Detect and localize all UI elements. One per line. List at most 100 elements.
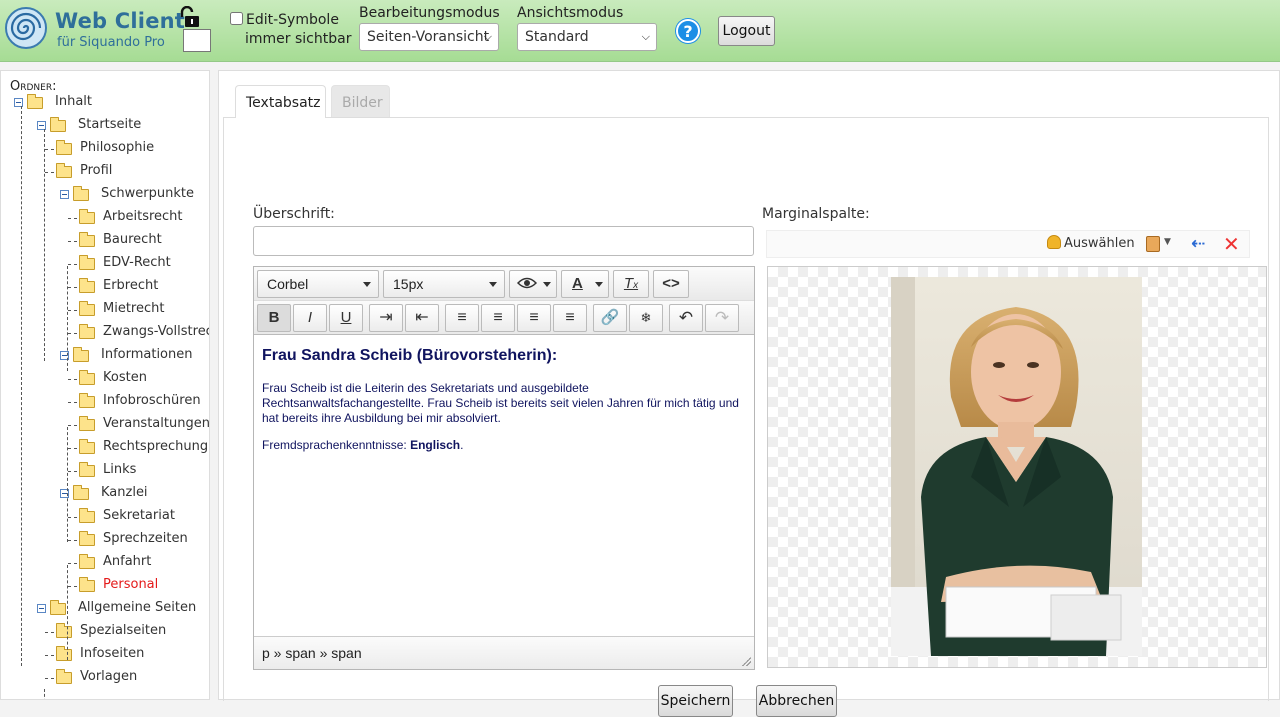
text-color-icon: A (572, 275, 583, 292)
unlink-icon[interactable]: ❄ (629, 304, 663, 332)
source-code-icon[interactable]: <> (653, 270, 689, 298)
languages-suffix: . (460, 438, 464, 452)
tree-item[interactable]: Arbeitsrecht (1, 209, 209, 227)
underline-icon[interactable]: U (329, 304, 363, 332)
element-path: p » span » span (262, 645, 362, 661)
margin-image-pane[interactable] (767, 266, 1267, 668)
tree-item[interactable]: Sekretariat (1, 508, 209, 526)
text-color-dropdown[interactable]: A (561, 270, 609, 298)
italic-icon[interactable]: I (293, 304, 327, 332)
tree-item-label: Inhalt (55, 94, 92, 109)
clear-format-icon[interactable]: Tx (613, 270, 649, 298)
font-size-value: 15px (393, 276, 424, 292)
bold-icon[interactable]: B (257, 304, 291, 332)
tab-bilder[interactable]: Bilder (331, 85, 390, 117)
arrow-left-icon[interactable]: ⇠ (1191, 234, 1205, 254)
tree-connector (68, 448, 77, 449)
save-button[interactable]: Speichern (658, 685, 733, 717)
outdent-icon[interactable]: ⇤ (405, 304, 439, 332)
collapse-icon[interactable] (37, 604, 46, 613)
rich-text-editor: Corbel 15px A Tx <> B I U ⇥ ⇤ ≡ ≡ ≡ ≡ 🔗 … (253, 266, 755, 670)
edit-symbols-option[interactable]: Edit-Symbole immer sichtbar (228, 12, 351, 47)
edit-symbols-checkbox[interactable] (230, 12, 243, 25)
editor-content[interactable]: Frau Sandra Scheib (Bürovorsteherin): Fr… (254, 335, 754, 635)
undo-icon[interactable]: ↶ (669, 304, 703, 332)
tree-item[interactable]: Personal (1, 577, 209, 595)
tree-item-label: Arbeitsrecht (103, 209, 183, 224)
align-left-icon[interactable]: ≡ (445, 304, 479, 332)
help-icon[interactable]: ? (676, 19, 700, 43)
tree-connector (68, 540, 77, 541)
tree-connector (45, 149, 54, 150)
folder-icon (79, 439, 95, 454)
folder-icon (79, 531, 95, 546)
tree-item-label: Infoseiten (80, 646, 145, 661)
tab-textabsatz[interactable]: Textabsatz (235, 85, 326, 118)
link-icon[interactable]: 🔗 (593, 304, 627, 332)
tree-item[interactable]: Erbrecht (1, 278, 209, 296)
indent-icon[interactable]: ⇥ (369, 304, 403, 332)
cancel-button[interactable]: Abbrechen (756, 685, 837, 717)
lock-toggle[interactable] (178, 6, 212, 54)
edit-symbols-label-line2: immer sichtbar (245, 31, 352, 47)
font-family-select[interactable]: Corbel (257, 270, 379, 298)
align-right-icon[interactable]: ≡ (517, 304, 551, 332)
tree-item[interactable]: Rechtsprechung (1, 439, 209, 457)
folder-icon (79, 393, 95, 408)
tree-item[interactable]: Kanzlei (1, 485, 209, 503)
folder-icon (79, 577, 95, 592)
tree-item-label: Allgemeine Seiten (78, 600, 197, 615)
folder-icon (79, 462, 95, 477)
tree-item[interactable]: Zwangs-Vollstreckung (1, 324, 209, 342)
tree-item[interactable]: Schwerpunkte (1, 186, 209, 204)
tree-item[interactable]: Baurecht (1, 232, 209, 250)
tree-item[interactable]: Spezialseiten (1, 623, 209, 641)
resize-grip-icon[interactable] (742, 657, 751, 666)
tree-item[interactable]: Allgemeine Seiten (1, 600, 209, 618)
tree-item[interactable]: Profil (1, 163, 209, 181)
tree-item[interactable]: Links (1, 462, 209, 480)
folder-icon (56, 140, 72, 155)
tree-item[interactable]: Informationen (1, 347, 209, 365)
tree-item[interactable]: Mietrecht (1, 301, 209, 319)
tree-item[interactable]: Anfahrt (1, 554, 209, 572)
tree-item[interactable]: Vorlagen (1, 669, 209, 687)
tree-connector (68, 471, 77, 472)
languages-prefix: Fremdsprachenkenntnisse: (262, 438, 411, 452)
tree-item[interactable]: Veranstaltungen (1, 416, 210, 434)
paste-icon[interactable] (1146, 236, 1160, 252)
preview-dropdown[interactable] (509, 270, 557, 298)
caret-down-icon[interactable]: ▼ (1164, 237, 1171, 247)
tree-item[interactable]: Sprechzeiten (1, 531, 209, 549)
mode-select[interactable]: Seiten-Voransicht ⌵ (359, 23, 499, 51)
tree-item-label: Rechtsprechung (103, 439, 209, 454)
tree-connector (68, 586, 77, 587)
logout-button[interactable]: Logout (718, 16, 775, 46)
tree-item[interactable]: Inhalt (1, 94, 209, 112)
heading-input[interactable] (253, 226, 754, 256)
font-size-select[interactable]: 15px (383, 270, 505, 298)
folder-heading: Ordner: (10, 79, 57, 94)
tree-guide-line (44, 689, 45, 699)
folder-icon (79, 370, 95, 385)
eye-icon (516, 277, 538, 289)
tree-item[interactable]: EDV-Recht (1, 255, 209, 273)
tree-item[interactable]: Philosophie (1, 140, 209, 158)
tree-connector (68, 563, 77, 564)
align-center-icon[interactable]: ≡ (481, 304, 515, 332)
tree-connector (68, 402, 77, 403)
tree-item[interactable]: Infobroschüren (1, 393, 209, 411)
tree-item[interactable]: Startseite (1, 117, 209, 135)
tree-item-label: Kanzlei (101, 485, 148, 500)
collapse-icon[interactable] (60, 190, 69, 199)
tree-item[interactable]: Kosten (1, 370, 209, 388)
tree-item[interactable]: Infoseiten (1, 646, 209, 664)
close-icon[interactable]: ✕ (1223, 232, 1240, 256)
align-justify-icon[interactable]: ≡ (553, 304, 587, 332)
edit-status-box (183, 29, 211, 52)
folder-icon (56, 646, 72, 661)
view-select[interactable]: Standard ⌵ (517, 23, 657, 51)
editor-panel: Textabsatz Bilder Überschrift: Marginals… (218, 70, 1280, 717)
select-image-button[interactable]: Auswählen (1047, 235, 1135, 251)
tree-item-label: Veranstaltungen (103, 416, 210, 431)
